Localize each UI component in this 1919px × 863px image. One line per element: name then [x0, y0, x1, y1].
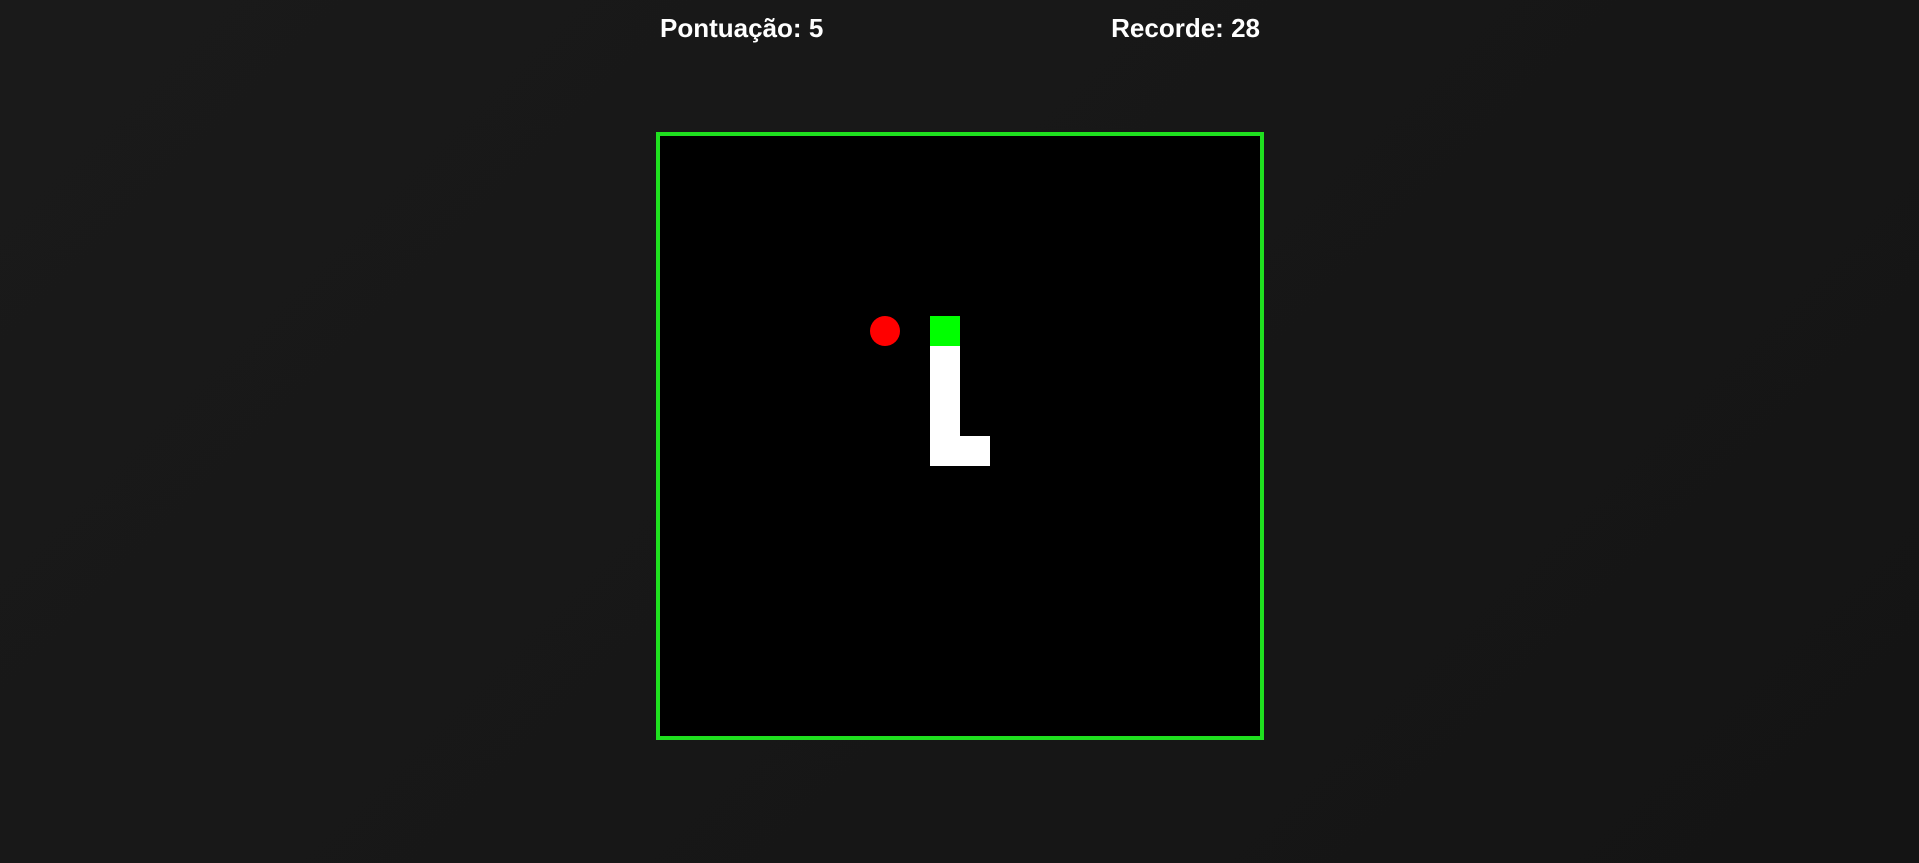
scoreboard: Pontuação: 5 Recorde: 28 — [660, 10, 1260, 46]
game-page: Pontuação: 5 Recorde: 28 — [0, 0, 1919, 863]
record-label: Recorde: — [1111, 12, 1224, 43]
snake-body-segment — [930, 346, 960, 376]
score-value: 5 — [808, 12, 824, 43]
game-canvas[interactable] — [660, 136, 1260, 736]
game-board[interactable] — [656, 132, 1264, 740]
score-display: Pontuação: 5 — [660, 13, 823, 44]
snake-body-segment — [930, 376, 960, 406]
snake-body-segment — [930, 436, 960, 466]
record-value: 28 — [1231, 12, 1260, 43]
snake-body-segment — [930, 406, 960, 436]
snake-head — [930, 316, 960, 346]
food-apple — [870, 316, 900, 346]
snake-body-segment — [960, 436, 990, 466]
score-label: Pontuação: — [660, 12, 802, 43]
record-display: Recorde: 28 — [1111, 13, 1260, 44]
